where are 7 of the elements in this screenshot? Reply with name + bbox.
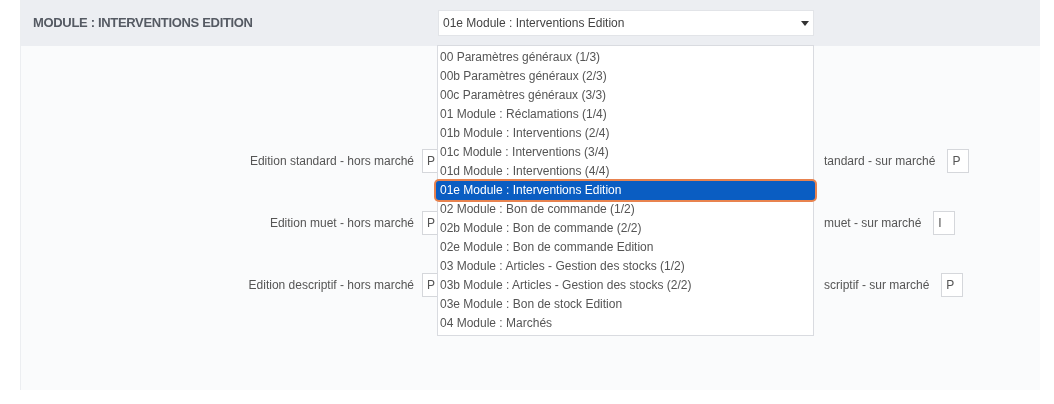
field-label: tandard - sur marché <box>824 153 936 170</box>
field-label: muet - sur marché <box>824 215 922 232</box>
field-label: Edition standard - hors marché <box>249 153 414 170</box>
field-label: Edition descriptif - hors marché <box>248 277 414 294</box>
field-label: Edition muet - hors marché <box>269 215 414 232</box>
section-title: MODULE : INTERVENTIONS EDITION <box>33 14 254 33</box>
field-label: scriptif - sur marché <box>824 277 930 294</box>
